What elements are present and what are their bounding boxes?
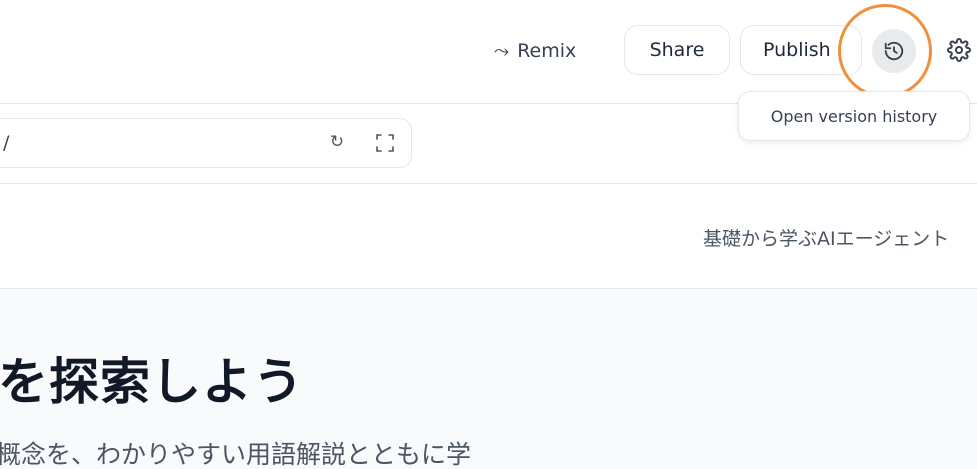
settings-button[interactable] (946, 37, 972, 63)
remix-button[interactable]: ⤳ Remix (494, 38, 576, 64)
app-window: ⤳ Remix Share Publish Open version histo… (0, 0, 977, 469)
url-text: / (3, 132, 10, 154)
version-history-tooltip: Open version history (738, 91, 970, 141)
app-header: 基礎から学ぶAIエージェント (0, 183, 977, 289)
app-title-link[interactable]: 基礎から学ぶAIエージェント (703, 224, 949, 251)
hero-subtitle: 概念を、わかりやすい用語解説とともに学 (0, 440, 472, 469)
remix-label: Remix (517, 40, 577, 62)
hero-title: を探索しよう (0, 353, 304, 411)
preview-url-bar[interactable]: / ↻ (0, 118, 412, 168)
hero-section: を探索しよう 概念を、わかりやすい用語解説とともに学 (0, 290, 977, 469)
highlight-ring (838, 4, 932, 98)
reload-button[interactable]: ↻ (326, 132, 348, 154)
fullscreen-icon (376, 134, 394, 152)
top-toolbar: ⤳ Remix Share Publish (0, 0, 977, 104)
reload-icon: ↻ (329, 132, 345, 152)
gear-icon (947, 38, 971, 62)
share-button[interactable]: Share (624, 25, 730, 75)
fullscreen-button[interactable] (375, 133, 397, 155)
remix-icon: ⤳ (494, 40, 510, 62)
